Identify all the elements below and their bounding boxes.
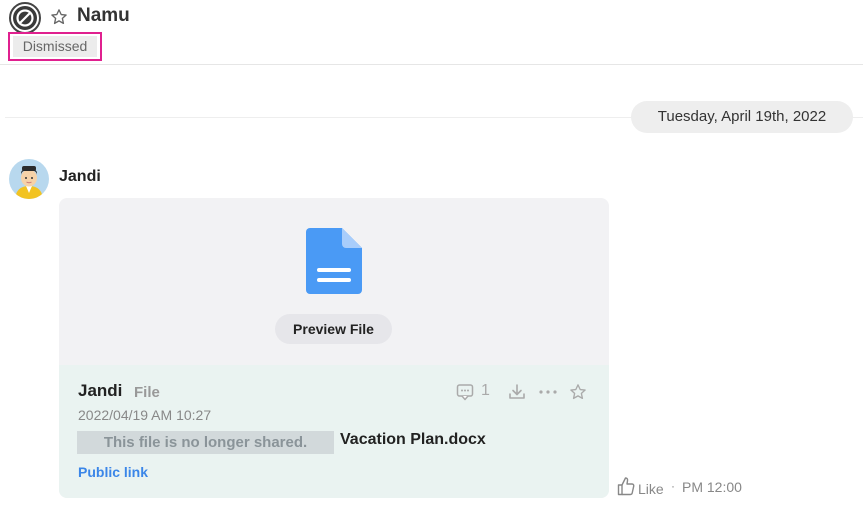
file-info: Jandi File 2022/04/19 AM 10:27 This file… xyxy=(59,365,609,498)
avatar[interactable] xyxy=(9,159,49,199)
status-badge-label: Dismissed xyxy=(13,36,97,57)
public-link[interactable]: Public link xyxy=(78,464,148,480)
avatar-image xyxy=(9,159,49,199)
more-icon[interactable] xyxy=(537,381,559,403)
file-name[interactable]: Vacation Plan.docx xyxy=(340,431,486,449)
file-type-label: File xyxy=(134,384,160,401)
room-prohibited-icon[interactable] xyxy=(9,2,41,34)
file-document-icon xyxy=(306,228,362,294)
message-time: PM 12:00 xyxy=(682,479,742,495)
bookmark-star-icon[interactable] xyxy=(569,381,587,403)
file-card[interactable]: Preview File Jandi File 2022/04/19 AM 10… xyxy=(59,198,609,498)
like-label: Like xyxy=(638,481,664,497)
file-timestamp: 2022/04/19 AM 10:27 xyxy=(78,407,212,423)
file-sender: Jandi xyxy=(78,381,123,400)
comment-icon[interactable] xyxy=(456,381,474,403)
status-badge: Dismissed xyxy=(8,32,102,61)
room-title: Namu xyxy=(77,5,130,26)
date-divider-label: Tuesday, April 19th, 2022 xyxy=(631,101,853,133)
room-header: Namu Dismissed xyxy=(0,0,863,65)
unshared-notice: This file is no longer shared. xyxy=(77,431,334,454)
star-icon[interactable] xyxy=(50,8,68,26)
comment-count: 1 xyxy=(481,382,490,399)
download-icon[interactable] xyxy=(508,381,526,403)
meta-separator: · xyxy=(671,479,675,493)
thumbs-up-icon xyxy=(617,477,635,496)
preview-file-button[interactable]: Preview File xyxy=(275,314,392,344)
message-sender: Jandi xyxy=(59,168,101,185)
